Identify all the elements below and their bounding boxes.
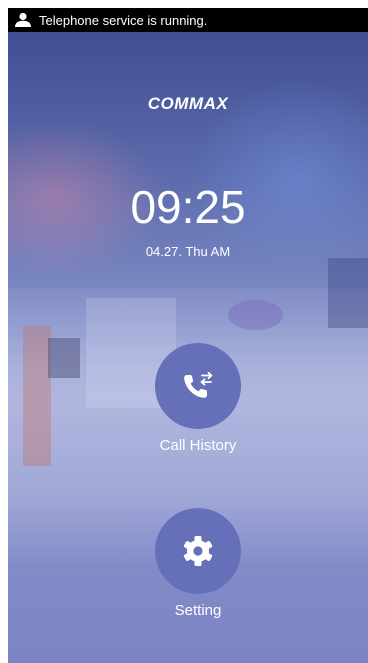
clock-time: 09:25 [130, 181, 246, 233]
gear-icon [183, 536, 213, 566]
call-history-label: Call History [159, 437, 237, 454]
setting-label: Setting [174, 602, 222, 619]
call-history-circle[interactable] [155, 343, 241, 429]
clock-date: 04.27. Thu AM [145, 244, 231, 259]
background-stairs [328, 258, 368, 328]
home-screen: Telephone service is running. COMMAX 09:… [8, 8, 368, 663]
background-wall [23, 326, 51, 466]
status-text: Telephone service is running. [39, 12, 208, 28]
call-history-button[interactable]: Call History [118, 343, 278, 454]
background-ceiling-light [228, 300, 283, 330]
setting-button[interactable]: Setting [118, 508, 278, 619]
status-bar: Telephone service is running. [8, 8, 368, 32]
background-shelf [48, 338, 80, 378]
setting-circle[interactable] [155, 508, 241, 594]
user-icon [15, 12, 31, 27]
phone-transfer-icon [184, 371, 213, 398]
brand-logo: COMMAX [147, 94, 229, 113]
